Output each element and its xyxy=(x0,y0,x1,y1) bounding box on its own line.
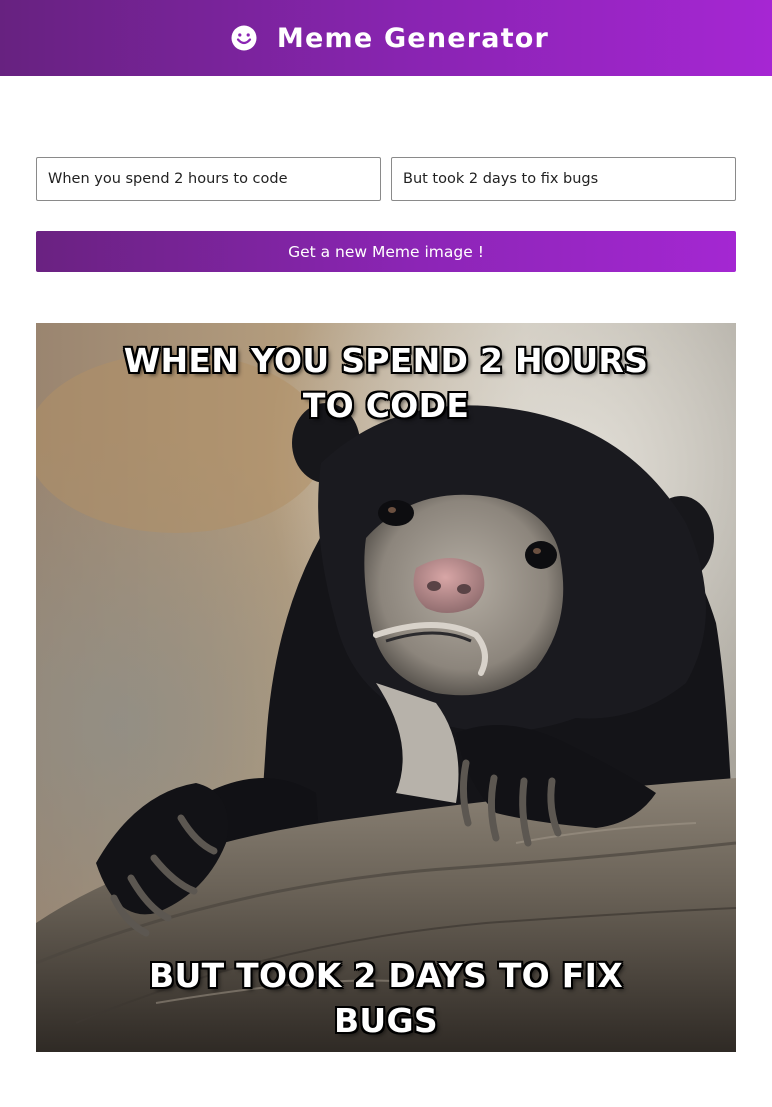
get-new-meme-button[interactable]: Get a new Meme image ! xyxy=(36,231,736,272)
meme-bottom-text: But took 2 days to fix bugs xyxy=(149,956,623,1040)
top-text-input[interactable] xyxy=(36,157,381,201)
header-brand: Meme Generator xyxy=(231,23,549,54)
meme-text-form xyxy=(36,157,736,201)
meme-image xyxy=(36,323,736,1052)
app-header: Meme Generator xyxy=(0,0,772,76)
app-title: Meme Generator xyxy=(276,22,550,54)
bottom-text-input[interactable] xyxy=(391,157,736,201)
smiling-face-icon xyxy=(231,25,257,51)
meme-top-text: When you spend 2 hours to code xyxy=(123,341,649,425)
meme-preview: When you spend 2 hours to code But took … xyxy=(36,323,736,1052)
